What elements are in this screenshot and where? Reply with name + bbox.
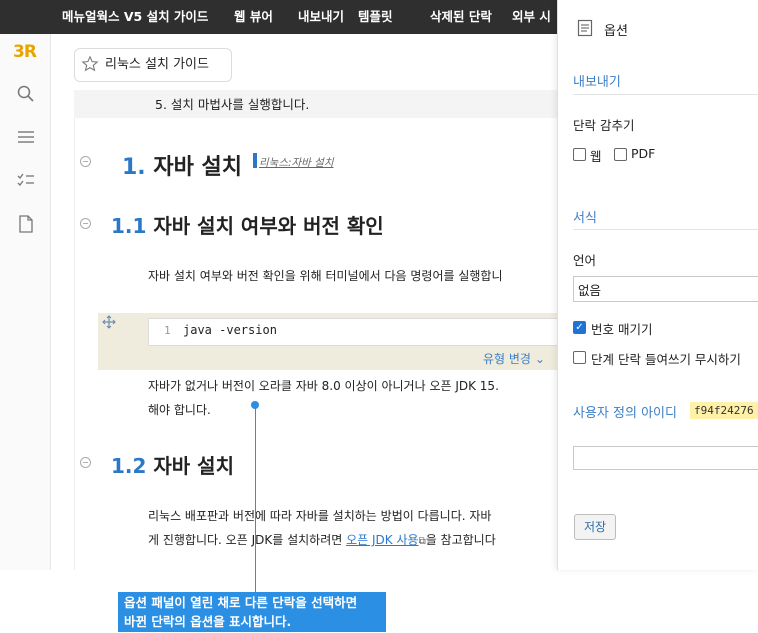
collapse-icon[interactable]: − xyxy=(80,156,91,167)
external-link-icon: ⧉ xyxy=(418,536,426,547)
chevron-down-icon: ⌄ xyxy=(534,352,545,366)
heading-1[interactable]: 1. 자바 설치 xyxy=(122,149,242,181)
ignore-indent-checkbox[interactable] xyxy=(573,351,586,364)
callout-connector-line xyxy=(255,405,256,592)
step-5-text: 5. 설치 마법사를 실행합니다. xyxy=(155,97,310,112)
hide-paragraph-label: 단락 감추기 xyxy=(573,118,635,133)
left-rail: 3R xyxy=(0,34,51,570)
move-handle-icon[interactable] xyxy=(102,315,116,329)
document-title-tab[interactable]: 리눅스 설치 가이드 xyxy=(74,48,232,82)
paragraph-1[interactable]: 자바 설치 여부와 버전 확인을 위해 터미널에서 다음 명령어를 실행합니 xyxy=(148,267,503,284)
collapse-icon[interactable]: − xyxy=(80,457,91,468)
menu-item-deleted-paragraphs[interactable]: 삭제된 단락 xyxy=(430,0,492,34)
code-line-number: 1 xyxy=(164,324,171,337)
document-title: 리눅스 설치 가이드 xyxy=(105,57,209,72)
options-document-icon xyxy=(577,19,593,37)
top-menubar: 메뉴얼웍스 V5 설치 가이드 웹 뷰어 내보내기 템플릿 삭제된 단락 외부 … xyxy=(0,0,560,34)
callout-note: 옵션 패널이 열린 채로 다른 단락을 선택하면 바뀐 단락의 옵션을 표시합니… xyxy=(118,592,386,632)
text-cursor xyxy=(253,153,257,168)
callout-line-2: 바뀐 단락의 옵션을 표시합니다. xyxy=(124,614,292,629)
custom-id-input[interactable] xyxy=(573,446,758,470)
menu-item-external[interactable]: 외부 시 xyxy=(512,0,551,34)
heading-1-2[interactable]: 1.2 자바 설치 xyxy=(111,450,234,479)
language-label: 언어 xyxy=(573,253,597,268)
paragraph-3-line-1[interactable]: 리눅스 배포판과 버전에 따라 자바를 설치하는 방법이 다릅니다. 자바 xyxy=(148,507,491,524)
paragraph-3-line-2[interactable]: 게 진행합니다. 오픈 JDK를 설치하려면 오픈 JDK 사용⧉을 참고합니다 xyxy=(148,531,496,548)
hide-pdf-label: PDF xyxy=(631,146,656,161)
collapse-icon[interactable]: − xyxy=(80,218,91,229)
star-icon[interactable] xyxy=(81,55,99,73)
open-jdk-link[interactable]: 오픈 JDK 사용 xyxy=(346,533,418,547)
callout-dot xyxy=(251,401,259,409)
custom-id-badge: f94f24276 xyxy=(690,402,758,419)
menu-item-web-viewer[interactable]: 웹 뷰어 xyxy=(234,0,273,34)
search-icon[interactable] xyxy=(16,84,36,104)
editor-top-strip xyxy=(74,90,558,118)
hide-web-checkbox[interactable] xyxy=(573,148,586,161)
language-select-value: 없음 xyxy=(578,283,602,298)
menu-icon[interactable] xyxy=(16,127,36,147)
callout-line-1: 옵션 패널이 열린 채로 다른 단락을 선택하면 xyxy=(124,595,358,610)
document-icon[interactable] xyxy=(16,214,36,234)
checklist-icon[interactable] xyxy=(16,170,36,190)
ignore-indent-label: 단계 단락 들여쓰기 무시하기 xyxy=(591,352,741,367)
menu-item-export[interactable]: 내보내기 xyxy=(298,0,344,34)
options-panel-title: 옵션 xyxy=(604,24,628,39)
menu-item-guide[interactable]: 메뉴얼웍스 V5 설치 가이드 xyxy=(62,0,208,34)
divider xyxy=(573,229,758,230)
paragraph-2-line-2[interactable]: 해야 합니다. xyxy=(148,401,211,418)
format-section-header[interactable]: 서식 xyxy=(573,207,597,226)
divider xyxy=(573,94,758,95)
custom-id-label: 사용자 정의 아이디 xyxy=(573,406,677,421)
paragraph-2-line-1[interactable]: 자바가 없거나 버전이 오라클 자바 8.0 이상이 아니거나 오픈 JDK 1… xyxy=(148,377,499,394)
hide-web-label: 웹 xyxy=(590,149,602,164)
numbering-checkbox[interactable]: ✓ xyxy=(573,321,586,334)
hide-pdf-checkbox[interactable] xyxy=(614,148,627,161)
menu-item-template[interactable]: 템플릿 xyxy=(358,0,393,34)
change-type-button[interactable]: 유형 변경 ⌄ xyxy=(483,350,545,367)
numbering-label: 번호 매기기 xyxy=(591,322,653,337)
heading-anchor-label: 리눅스:자바 설치 xyxy=(259,157,334,169)
save-button[interactable]: 저장 xyxy=(574,514,616,540)
heading-1-1[interactable]: 1.1 자바 설치 여부와 버전 확인 xyxy=(111,210,384,239)
app-logo[interactable]: 3R xyxy=(13,42,37,62)
export-section-header[interactable]: 내보내기 xyxy=(573,71,621,90)
code-text[interactable]: java -version xyxy=(183,323,277,337)
